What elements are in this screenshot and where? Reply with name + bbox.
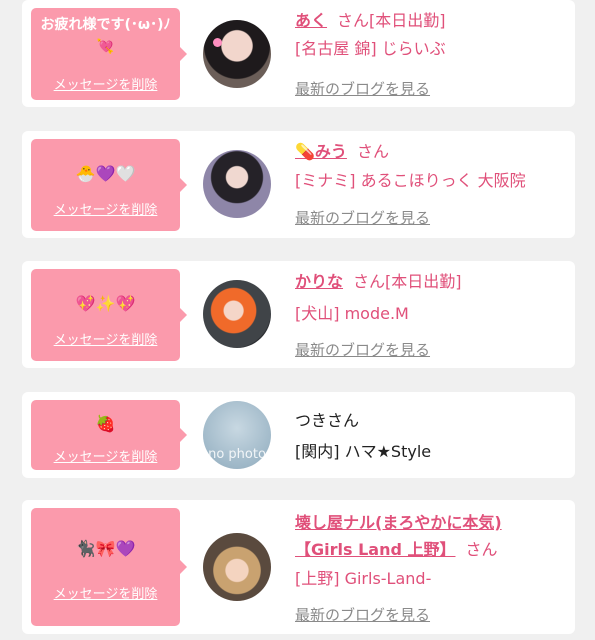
cast-name-link[interactable]: 💊みう xyxy=(295,142,347,161)
delete-message-link[interactable]: メッセージを削除 xyxy=(31,74,180,93)
honorific: さん xyxy=(337,11,370,30)
message-text: お疲れ様です(･ω･)ﾉ💘 xyxy=(40,17,171,55)
shop-name: [上野] Girls-Land- xyxy=(295,569,432,588)
message-card: 🐈‍⬛🎀💜 メッセージを削除 壊し屋ナル(まろやかに本気) 【Girls Lan… xyxy=(22,500,575,634)
avatar[interactable] xyxy=(203,150,271,218)
honorific: さん xyxy=(465,540,498,559)
delete-message-link[interactable]: メッセージを削除 xyxy=(31,446,180,465)
avatar[interactable] xyxy=(203,20,271,88)
avatar[interactable]: no photo xyxy=(203,401,271,469)
cast-info: 壊し屋ナル(まろやかに本気) 【Girls Land 上野】 さん [上野] Gi… xyxy=(295,510,567,591)
shop-name: [犬山] mode.M xyxy=(295,304,409,323)
message-text: 🐣💜🤍 xyxy=(75,164,136,183)
cast-info: かりな さん[本日出勤] [犬山] mode.M xyxy=(295,269,567,326)
avatar[interactable] xyxy=(203,533,271,601)
message-card: 🐣💜🤍 メッセージを削除 💊みう さん [ミナミ] あるこほりっく 大阪院 最新の… xyxy=(22,131,575,238)
cast-name-link[interactable]: 【Girls Land 上野】 xyxy=(295,540,456,559)
shop-name: [名古屋 錦] じらいぶ xyxy=(295,39,446,58)
message-text: 💖✨💖 xyxy=(75,294,136,313)
message-text: 🐈‍⬛🎀💜 xyxy=(75,539,136,558)
delete-message-link[interactable]: メッセージを削除 xyxy=(31,199,180,218)
honorific: さん xyxy=(353,272,386,291)
hair-clip-icon xyxy=(213,38,222,47)
cast-name: つきさん xyxy=(295,411,360,430)
cast-info: 💊みう さん [ミナミ] あるこほりっく 大阪院 xyxy=(295,139,567,193)
message-card: 💖✨💖 メッセージを削除 かりな さん[本日出勤] [犬山] mode.M 最新の… xyxy=(22,261,575,368)
avatar[interactable] xyxy=(203,280,271,348)
message-bubble: 🍓 メッセージを削除 xyxy=(31,400,187,470)
message-bubble: お疲れ様です(･ω･)ﾉ💘 メッセージを削除 xyxy=(31,8,187,100)
cast-info: つきさん [関内] ハマ★Style xyxy=(295,408,567,464)
blog-link[interactable]: 最新のブログを見る xyxy=(295,78,430,99)
honorific: さん xyxy=(356,142,389,161)
message-text: 🍓 xyxy=(95,414,116,433)
delete-message-link[interactable]: メッセージを削除 xyxy=(31,583,180,602)
message-bubble: 💖✨💖 メッセージを削除 xyxy=(31,269,187,361)
cast-info: あく さん[本日出勤] [名古屋 錦] じらいぶ xyxy=(295,8,567,61)
cast-name-link[interactable]: 壊し屋ナル(まろやかに本気) xyxy=(295,513,502,532)
delete-message-link[interactable]: メッセージを削除 xyxy=(31,329,180,348)
message-bubble: 🐈‍⬛🎀💜 メッセージを削除 xyxy=(31,508,187,626)
blog-link[interactable]: 最新のブログを見る xyxy=(295,339,430,360)
blog-link[interactable]: 最新のブログを見る xyxy=(295,207,430,228)
status-badge: [本日出勤] xyxy=(369,11,446,30)
message-card: 🍓 メッセージを削除 no photo つきさん [関内] ハマ★Style xyxy=(22,392,575,478)
message-card: お疲れ様です(･ω･)ﾉ💘 メッセージを削除 あく さん[本日出勤] [名古屋 錦… xyxy=(22,0,575,107)
blog-link[interactable]: 最新のブログを見る xyxy=(295,604,430,625)
status-badge: [本日出勤] xyxy=(385,272,462,291)
no-photo-label: no photo xyxy=(208,447,266,462)
cast-name-link[interactable]: あく xyxy=(295,11,327,30)
shop-name: [ミナミ] あるこほりっく 大阪院 xyxy=(295,171,526,190)
cast-name-link[interactable]: かりな xyxy=(295,272,343,291)
message-bubble: 🐣💜🤍 メッセージを削除 xyxy=(31,139,187,231)
shop-name: [関内] ハマ★Style xyxy=(295,442,432,461)
